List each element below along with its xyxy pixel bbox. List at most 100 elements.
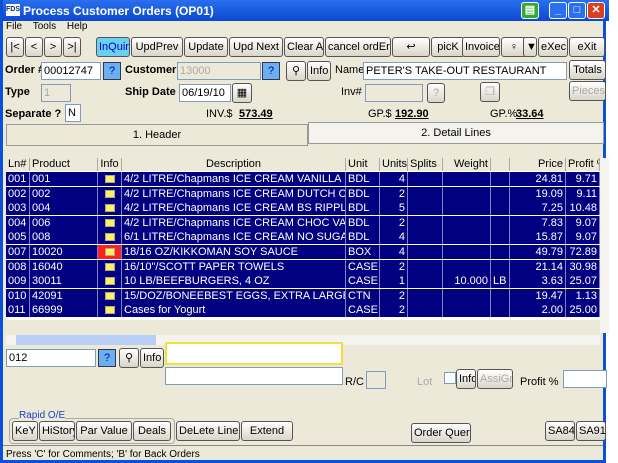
- description-input[interactable]: [165, 342, 343, 365]
- column-header[interactable]: Units: [380, 158, 408, 171]
- order-lookup-icon[interactable]: ?: [103, 62, 121, 80]
- customer-lookup-icon[interactable]: ?: [262, 62, 280, 80]
- dropdown-button[interactable]: ▼: [523, 37, 537, 57]
- invoice-input[interactable]: [365, 84, 423, 102]
- table-row[interactable]: 009 30011 10 LB/BEEFBURGERS, 4 OZ CASE 1 10.0…: [6, 274, 600, 289]
- inv-total-value: 573.49: [239, 108, 273, 120]
- line-info-button[interactable]: Info: [456, 369, 476, 389]
- folder-icon[interactable]: [104, 248, 115, 256]
- deals-button[interactable]: Deals: [133, 421, 171, 441]
- totals-button[interactable]: Totals: [569, 60, 606, 80]
- cell: 1.13: [566, 288, 600, 303]
- product-binoculars-icon[interactable]: ⚲: [119, 348, 139, 368]
- name-input[interactable]: PETER'S TAKE-OUT RESTAURANT: [363, 62, 567, 80]
- close-button[interactable]: ✕: [587, 2, 605, 19]
- gp-percent-label: GP.%: [490, 108, 518, 120]
- invoice-button[interactable]: Invoice: [462, 37, 500, 57]
- table-row[interactable]: 011 66999 Cases for Yogurt CASE 2 2.00 25.00: [6, 303, 600, 318]
- customer-info-button[interactable]: Info: [307, 61, 331, 81]
- inquiry-button[interactable]: InQuiry: [96, 37, 130, 57]
- order-number-input[interactable]: 00012747: [41, 62, 101, 80]
- tab-detail-lines[interactable]: 2. Detail Lines: [308, 122, 604, 144]
- column-header[interactable]: Unit: [346, 158, 380, 171]
- key-button[interactable]: KeY: [12, 421, 38, 441]
- column-header[interactable]: Weight: [443, 158, 491, 171]
- product-info-button[interactable]: Info: [140, 348, 164, 368]
- table-row[interactable]: 007 10020 18/16 OZ/KIKKOMAN SOY SAUCE BOX 4 4…: [6, 245, 600, 259]
- tab-header[interactable]: 1. Header: [6, 124, 308, 146]
- last-button[interactable]: >|: [63, 37, 81, 57]
- table-row[interactable]: 004 006 4/2 LITRE/Chapmans ICE CREAM CHOC …: [6, 215, 600, 230]
- folder-icon[interactable]: [104, 233, 115, 242]
- cell: 5: [380, 201, 408, 216]
- grid-header: Ln# Product Info Description Unit Units Splits…: [6, 158, 600, 171]
- cell: 66999: [30, 303, 98, 318]
- profit-input[interactable]: [563, 370, 607, 388]
- update-previous-button[interactable]: UpdPrev: [131, 37, 183, 57]
- binoculars-icon[interactable]: ⚲: [286, 61, 306, 81]
- column-header[interactable]: [491, 158, 510, 171]
- column-header[interactable]: Price: [510, 158, 566, 171]
- type-select[interactable]: 1: [41, 84, 71, 102]
- column-header[interactable]: Info: [98, 158, 122, 171]
- table-row[interactable]: 008 16040 16/10"/SCOTT PAPER TOWELS CASE 2 21…: [6, 259, 600, 274]
- column-header[interactable]: Ln#: [6, 158, 30, 171]
- folder-icon[interactable]: [104, 277, 115, 286]
- extend-button[interactable]: Extend: [241, 421, 293, 441]
- minimize-button[interactable]: _: [549, 2, 567, 19]
- undo-button[interactable]: ↩: [392, 37, 430, 57]
- folder-icon[interactable]: [104, 262, 115, 271]
- ship-date-input[interactable]: 06/19/10: [179, 84, 231, 102]
- cancel-order-button[interactable]: cancel ordEr: [325, 37, 391, 57]
- table-row[interactable]: 003 004 4/2 LITRE/Chapmans ICE CREAM BS RI…: [6, 201, 600, 216]
- update-button[interactable]: Update: [184, 37, 228, 57]
- maximize-button[interactable]: □: [568, 2, 586, 19]
- par-value-button[interactable]: Par Value: [76, 421, 132, 441]
- product-lookup-icon[interactable]: ?: [98, 349, 116, 367]
- menu-tools[interactable]: Tools: [33, 21, 56, 32]
- folder-icon[interactable]: [104, 204, 115, 213]
- invoice-lookup-icon[interactable]: ?: [427, 83, 445, 103]
- column-header[interactable]: Product: [30, 158, 98, 171]
- rc-input[interactable]: [366, 371, 386, 389]
- copy-icon[interactable]: ❐: [480, 82, 500, 102]
- table-row[interactable]: 002 002 4/2 LITRE/Chapmans ICE CREAM DUTCH…: [6, 186, 600, 201]
- table-row[interactable]: 001 001 4/2 LITRE/Chapmans ICE CREAM VANIL…: [6, 172, 600, 186]
- new-line-product-input[interactable]: 012: [6, 349, 96, 367]
- folder-icon[interactable]: [104, 189, 115, 198]
- folder-icon[interactable]: [104, 306, 115, 315]
- folder-icon[interactable]: [104, 291, 115, 300]
- column-header[interactable]: Description: [122, 158, 346, 171]
- column-header[interactable]: Profit %: [566, 158, 600, 171]
- update-next-button[interactable]: Upd Next: [229, 37, 283, 57]
- first-button[interactable]: |<: [6, 37, 24, 57]
- cell: 6/1 LITRE/Chapmans ICE CREAM NO SUGAR V.: [124, 230, 346, 245]
- sa84-button[interactable]: SA84: [545, 421, 575, 441]
- table-row[interactable]: 005 008 6/1 LITRE/Chapmans ICE CREAM NO SU…: [6, 230, 600, 245]
- menu-help[interactable]: Help: [67, 21, 88, 32]
- order-query-button[interactable]: Order Query: [411, 423, 471, 443]
- comment-input[interactable]: [165, 367, 343, 385]
- sa91-button[interactable]: SA91: [576, 421, 606, 441]
- pieces-button[interactable]: Pieces: [569, 81, 606, 101]
- separate-input[interactable]: N: [65, 104, 81, 122]
- next-button[interactable]: >: [44, 37, 62, 57]
- folder-icon[interactable]: [104, 218, 115, 227]
- printer-icon[interactable]: ▤: [521, 2, 539, 19]
- pick-button[interactable]: picK: [431, 37, 465, 57]
- folder-icon[interactable]: [104, 175, 115, 183]
- customer-input[interactable]: 13000: [177, 62, 261, 80]
- lot-checkbox[interactable]: [444, 372, 456, 384]
- delete-line-button[interactable]: DeLete Line: [176, 421, 240, 441]
- exit-button[interactable]: eXit: [569, 37, 605, 57]
- column-header[interactable]: Splits: [408, 158, 443, 171]
- history-button[interactable]: HiStory: [39, 421, 75, 441]
- vertical-scrollbar[interactable]: [600, 158, 609, 333]
- table-row[interactable]: 010 42091 15/DOZ/BONEEBEST EGGS, EXTRA LAR…: [6, 288, 600, 303]
- previous-button[interactable]: <: [25, 37, 43, 57]
- assign-button[interactable]: AssiGn: [477, 369, 513, 389]
- clear-all-button[interactable]: Clear All: [284, 37, 324, 57]
- execute-button[interactable]: eXec: [538, 37, 568, 57]
- menu-file[interactable]: File: [6, 21, 22, 32]
- calendar-icon[interactable]: ▦: [232, 83, 252, 103]
